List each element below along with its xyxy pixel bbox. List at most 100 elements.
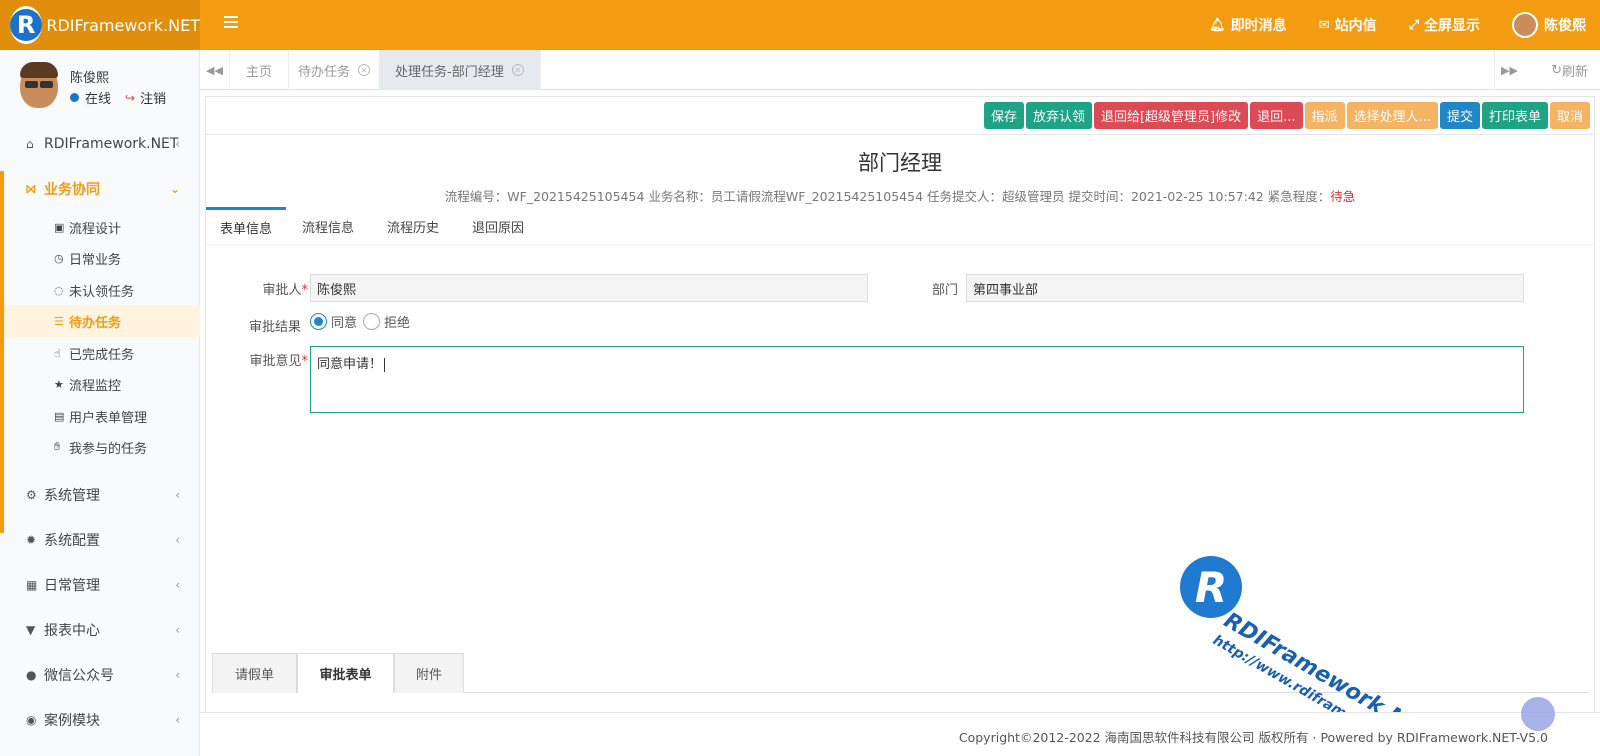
chevron-left-icon: ‹	[175, 137, 180, 151]
sidebar-item-my-participated-tasks[interactable]: ✋︎ 我参与的任务	[4, 431, 200, 463]
tab-pending-tasks[interactable]: 待办任务 ✕	[282, 50, 388, 90]
palm-icon: ✋︎	[54, 440, 61, 453]
tab-scroll-left-icon[interactable]: ◀◀	[200, 50, 230, 90]
return-to-admin-button[interactable]: 退回给[超级管理员]修改	[1093, 102, 1249, 129]
clock-icon: ◷	[54, 251, 64, 265]
online-status-icon	[70, 93, 79, 102]
refresh-icon: ↻	[1551, 62, 1562, 78]
tab-leave-form[interactable]: 请假单	[212, 653, 297, 693]
instant-message-button[interactable]: 🔔︎ 即时消息	[1209, 15, 1287, 35]
sidebar-item-daily-management[interactable]: ▦ 日常管理 ‹	[0, 565, 200, 605]
sidebar-item-completed-tasks[interactable]: ☝ 已完成任务	[4, 337, 200, 369]
tab-scroll-right-icon[interactable]: ▶▶	[1494, 50, 1524, 90]
agree-radio[interactable]: 同意	[310, 312, 357, 331]
sidebar-item-daily-business[interactable]: ◷ 日常业务	[4, 242, 200, 274]
print-form-button[interactable]: 打印表单	[1481, 102, 1548, 129]
chevron-left-icon: ‹	[175, 623, 180, 637]
site-mail-button[interactable]: ✉ 站内信	[1319, 15, 1377, 35]
envelope-icon: ✉	[1318, 17, 1330, 33]
result-label: 审批结果	[248, 320, 301, 335]
sidebar-item-case-modules[interactable]: ◉ 案例模块 ‹	[0, 700, 200, 740]
chevron-left-icon: ‹	[175, 533, 180, 547]
logo[interactable]: R RDIFramework.NET	[0, 0, 200, 50]
assign-button[interactable]: 指派	[1304, 102, 1345, 129]
sidebar-item-unclaimed-tasks[interactable]: ◌ 未认领任务	[4, 274, 200, 306]
sidebar-item-user-form-management[interactable]: ▤ 用户表单管理	[4, 400, 200, 432]
table-icon: ▤	[54, 409, 65, 423]
tab-process-task[interactable]: 处理任务-部门经理 ✕	[379, 50, 541, 90]
sidebar-item-pending-tasks[interactable]: ☰ 待办任务	[4, 305, 200, 337]
user-menu[interactable]: 陈俊熙	[1512, 12, 1586, 38]
edit-icon: ▣	[54, 220, 65, 234]
hand-icon: ☝	[54, 346, 61, 360]
user-panel: 陈俊熙 在线 ↪ 注销	[0, 50, 199, 126]
sidebar-item-process-monitor[interactable]: ★ 流程监控	[4, 368, 200, 400]
sidebar-item-report-center[interactable]: ▼ 报表中心 ‹	[0, 610, 200, 650]
logo-text: RDIFramework.NET	[46, 15, 200, 35]
share-icon: ⨝	[26, 181, 36, 196]
chevron-down-icon: ⌄	[169, 182, 180, 196]
sidebar-item-business-collaboration[interactable]: ⨝ 业务协同 ⌄	[0, 169, 200, 209]
form-tabs: 表单信息 流程信息 流程历史 退回原因	[206, 207, 1594, 245]
fullscreen-button[interactable]: ⤢ 全屏显示	[1409, 15, 1480, 35]
gear-icon: ✹	[26, 533, 37, 547]
logout-link[interactable]: 注销	[140, 88, 166, 107]
cogs-icon: ⚙	[26, 488, 37, 502]
approver-label: 审批人*	[262, 283, 308, 298]
opinion-label: 审批意见*	[249, 354, 308, 369]
select-handler-button[interactable]: 选择处理人...	[1346, 102, 1438, 129]
tab-process-info[interactable]: 流程信息	[302, 207, 354, 245]
menu-toggle-icon[interactable]	[224, 16, 238, 30]
wechat-icon: ●	[26, 668, 37, 682]
chevron-left-icon: ‹	[175, 713, 180, 727]
approver-field[interactable]: 陈俊熙	[310, 274, 868, 302]
sidebar-item-process-design[interactable]: ▣ 流程设计	[4, 211, 200, 243]
sidebar-item-system-config[interactable]: ✹ 系统配置 ‹	[0, 520, 200, 560]
tab-process-history[interactable]: 流程历史	[387, 207, 439, 245]
status-text: 在线	[85, 92, 112, 107]
urgency-value: 待急	[1330, 189, 1356, 204]
process-info: 流程编号：WF_20215425105454 业务名称：员工请假流程WF_202…	[444, 189, 1356, 204]
floating-assist-button[interactable]	[1521, 697, 1555, 731]
save-button[interactable]: 保存	[983, 102, 1024, 129]
divider	[206, 134, 1594, 135]
sidebar-item-rdiframework[interactable]: ⌂ RDIFramework.NET ‹	[0, 124, 200, 164]
opinion-textarea[interactable]: 同意申请！	[310, 346, 1524, 413]
content-frame: 保存 放弃认领 退回给[超级管理员]修改 退回... 指派 选择处理人... 提…	[205, 96, 1595, 716]
refresh-button[interactable]: ↻ 刷新	[1551, 50, 1588, 90]
calendar-icon: ▦	[26, 578, 38, 592]
chevron-left-icon: ‹	[175, 668, 180, 682]
department-field[interactable]: 第四事业部	[966, 274, 1524, 302]
star-icon: ★	[54, 377, 64, 391]
abandon-claim-button[interactable]: 放弃认领	[1025, 102, 1092, 129]
top-header: R RDIFramework.NET 🔔︎ 即时消息 ✉ 站内信 ⤢ 全屏显示 …	[0, 0, 1600, 50]
close-icon[interactable]: ✕	[358, 64, 371, 76]
fullscreen-icon: ⤢	[1408, 17, 1419, 33]
tab-approval-form[interactable]: 审批表单	[297, 653, 394, 693]
avatar	[18, 62, 60, 110]
radio-unchecked-icon	[363, 313, 380, 330]
chevron-left-icon: ‹	[175, 578, 180, 592]
tab-return-reason[interactable]: 退回原因	[472, 207, 524, 245]
sidebar-item-wechat[interactable]: ● 微信公众号 ‹	[0, 655, 200, 695]
tab-bar: ◀◀ 主页 待办任务 ✕ 处理任务-部门经理 ✕ ▶▶ ↻ 刷新	[200, 50, 1600, 90]
cancel-button[interactable]: 取消	[1549, 102, 1590, 129]
return-button[interactable]: 退回...	[1250, 102, 1303, 129]
page-title: 部门经理	[858, 151, 942, 175]
submit-button[interactable]: 提交	[1439, 102, 1480, 129]
close-icon[interactable]: ✕	[511, 64, 524, 76]
footer: Copyright©2012-2022 海南国思软件科技有限公司 版权所有 · …	[200, 712, 1600, 756]
copyright-text: Copyright©2012-2022 海南国思软件科技有限公司 版权所有 · …	[958, 730, 1548, 745]
eye-icon: ◉	[26, 713, 37, 727]
tab-attachments[interactable]: 附件	[394, 653, 464, 693]
tab-form-info[interactable]: 表单信息	[206, 207, 286, 245]
radio-checked-icon	[310, 313, 327, 330]
sidebar: 陈俊熙 在线 ↪ 注销 ⌂ RDIFramework.NET ‹ ⨝ 业务协同 …	[0, 50, 200, 756]
logo-icon: R	[10, 6, 43, 44]
tab-home[interactable]: 主页	[230, 50, 290, 90]
reject-radio[interactable]: 拒绝	[363, 312, 410, 331]
spinner-icon: ◌	[54, 283, 64, 297]
bell-icon: 🔔︎	[1209, 17, 1226, 33]
department-label: 部门	[931, 283, 958, 298]
sidebar-item-system-management[interactable]: ⚙ 系统管理 ‹	[0, 475, 200, 515]
